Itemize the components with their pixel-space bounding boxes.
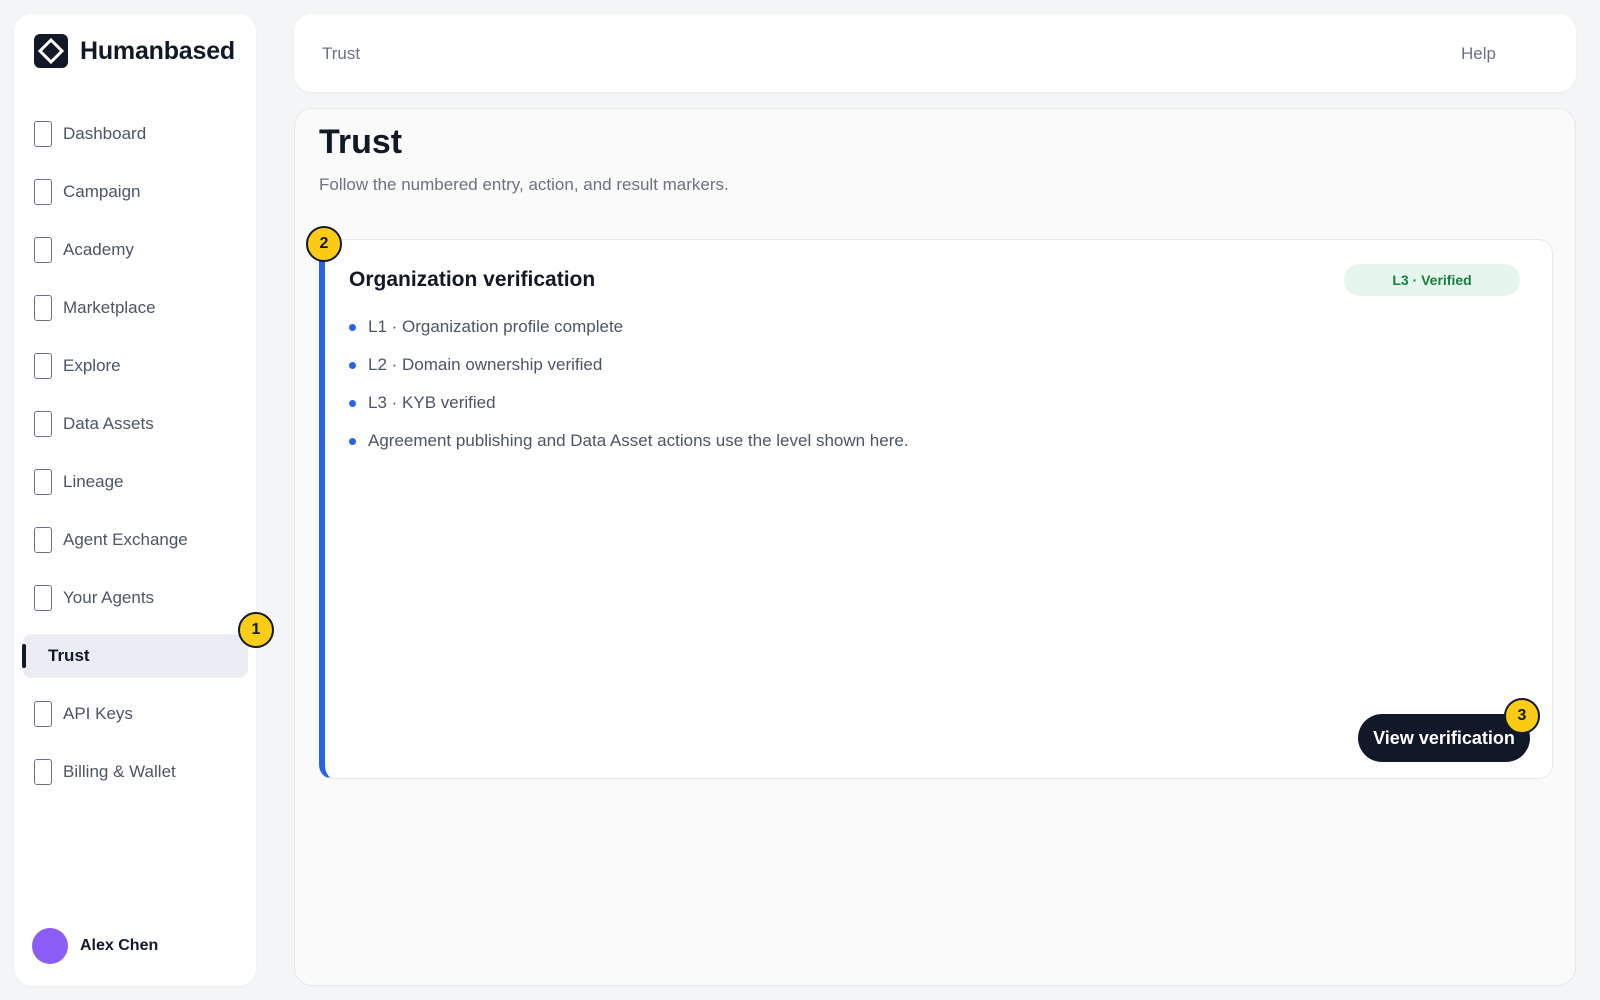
sidebar-item-label: Billing & Wallet xyxy=(63,762,176,781)
sidebar-item-your-agents[interactable]: Your Agents xyxy=(14,576,256,620)
verification-levels-list: L1 · Organization profile complete L2 · … xyxy=(349,308,909,460)
page-title: Trust xyxy=(319,123,403,161)
sidebar-item-agent-exchange[interactable]: Agent Exchange xyxy=(14,518,256,562)
result-marker-badge: 3 xyxy=(1504,698,1540,734)
page-icon xyxy=(34,701,52,727)
sidebar-item-label: Dashboard xyxy=(63,124,147,143)
sidebar-item-explore[interactable]: Explore xyxy=(14,344,256,388)
sidebar-item-data-assets[interactable]: Data Assets xyxy=(14,402,256,446)
sidebar-item-dashboard[interactable]: Dashboard xyxy=(14,112,256,156)
sidebar-item-campaign[interactable]: Campaign xyxy=(14,170,256,214)
avatar xyxy=(32,928,68,964)
user-name: Alex Chen xyxy=(80,937,159,954)
page-icon xyxy=(34,121,52,147)
sidebar-nav: Dashboard Campaign Academy Marketplace E… xyxy=(14,112,256,808)
list-item: L2 · Domain ownership verified xyxy=(349,346,909,384)
sidebar-item-label: Lineage xyxy=(63,472,124,491)
page-icon xyxy=(34,527,52,553)
organization-verification-card: Organization verification L3 · Verified … xyxy=(319,239,1553,779)
sidebar-item-label: Trust xyxy=(48,646,90,665)
action-marker-badge: 2 xyxy=(306,226,342,262)
page-icon xyxy=(34,179,52,205)
brand-name: Humanbased xyxy=(80,36,235,65)
list-item-text: L3 · KYB verified xyxy=(368,393,496,412)
page-subtitle: Follow the numbered entry, action, and r… xyxy=(319,175,729,194)
list-item-text: Agreement publishing and Data Asset acti… xyxy=(368,431,909,450)
list-item-text: L1 · Organization profile complete xyxy=(368,317,624,336)
sidebar-item-trust[interactable]: Trust xyxy=(22,634,248,678)
list-item: Agreement publishing and Data Asset acti… xyxy=(349,422,909,460)
diamond-logo-icon xyxy=(34,34,68,68)
sidebar-item-lineage[interactable]: Lineage xyxy=(14,460,256,504)
sidebar-item-marketplace[interactable]: Marketplace xyxy=(14,286,256,330)
entry-marker-badge: 1 xyxy=(238,612,274,648)
sidebar-item-label: Academy xyxy=(63,240,134,259)
help-link[interactable]: Help xyxy=(1461,44,1496,64)
bullet-icon xyxy=(349,399,356,407)
sidebar-item-academy[interactable]: Academy xyxy=(14,228,256,272)
page-icon xyxy=(34,759,52,785)
sidebar-item-label: Marketplace xyxy=(63,298,156,317)
page-icon xyxy=(34,585,52,611)
sidebar: Humanbased Dashboard Campaign Academy Ma… xyxy=(14,14,256,986)
sidebar-item-label: Your Agents xyxy=(63,588,155,607)
sidebar-item-api-keys[interactable]: API Keys xyxy=(14,692,256,736)
list-item: L1 · Organization profile complete xyxy=(349,308,909,346)
sidebar-item-billing-wallet[interactable]: Billing & Wallet xyxy=(14,750,256,794)
main-content: Trust Follow the numbered entry, action,… xyxy=(294,108,1576,986)
sidebar-item-label: Campaign xyxy=(63,182,141,201)
list-item: L3 · KYB verified xyxy=(349,384,909,422)
sidebar-item-label: Explore xyxy=(63,356,121,375)
topbar-title: Trust xyxy=(322,44,361,63)
bullet-icon xyxy=(349,323,356,331)
list-item-text: L2 · Domain ownership verified xyxy=(368,355,603,374)
user-profile[interactable]: Alex Chen xyxy=(32,928,158,964)
page-icon xyxy=(34,469,52,495)
active-indicator xyxy=(22,644,26,668)
topbar: Trust Help xyxy=(294,14,1576,92)
brand[interactable]: Humanbased xyxy=(34,34,235,68)
page-icon xyxy=(34,237,52,263)
status-badge: L3 · Verified xyxy=(1344,264,1520,296)
page-icon xyxy=(34,295,52,321)
sidebar-item-label: API Keys xyxy=(63,704,133,723)
sidebar-item-label: Agent Exchange xyxy=(63,530,188,549)
bullet-icon xyxy=(349,437,356,445)
card-title: Organization verification xyxy=(349,268,596,291)
sidebar-item-label: Data Assets xyxy=(63,414,154,433)
bullet-icon xyxy=(349,361,356,369)
page-icon xyxy=(34,353,52,379)
page-icon xyxy=(34,411,52,437)
